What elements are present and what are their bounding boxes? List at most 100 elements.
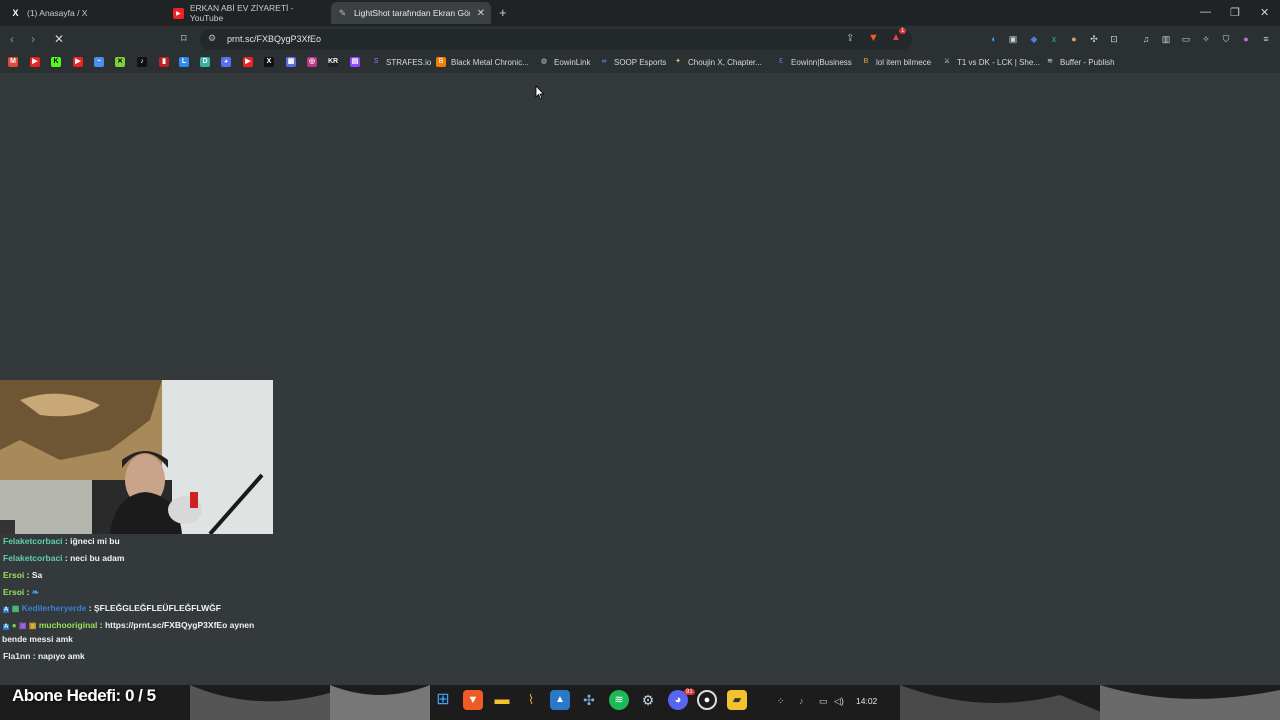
business-icon: ℇ [778, 58, 784, 65]
sync-icon[interactable]: ~ [94, 57, 104, 67]
address-bar[interactable]: ⚙ prnt.sc/FXBQygP3XfEo ⇪ ▼ ▲ 1 [200, 28, 912, 50]
media-icon[interactable]: ♫ [1140, 33, 1152, 45]
blogger-icon: B [436, 57, 446, 67]
chat-username: Ersoi [3, 587, 25, 597]
bookmark-icon[interactable]: KR [328, 57, 338, 67]
tab-label: ERKAN ABİ EV ZİYARETİ - YouTube [189, 3, 294, 23]
chat-username: Kedilerheryerde [21, 603, 87, 613]
back-icon[interactable]: ‹ [10, 32, 14, 46]
sticky-notes-icon[interactable]: ▰ [727, 690, 747, 710]
sidebar-icon[interactable]: ▥ [1160, 33, 1172, 45]
url-text[interactable]: prnt.sc/FXBQygP3XfEo [227, 34, 321, 44]
rewards-badge: 1 [899, 28, 907, 34]
close-window-icon[interactable]: ✕ [1260, 6, 1269, 19]
forward-icon[interactable]: › [31, 32, 35, 46]
vpn-icon[interactable]: ⛉ [1220, 33, 1232, 45]
bookmark-buffer[interactable]: ≋ Buffer - Publish [1045, 57, 1114, 67]
chat-text: : iğneci mi bu [64, 536, 120, 546]
badge-icon: ▣ [28, 621, 37, 630]
bookmark-t1-dk[interactable]: ⚔ T1 vs DK - LCK | She... [942, 57, 1040, 67]
steam-icon[interactable]: ⚙ [638, 690, 658, 710]
network-app-icon[interactable]: ✣ [579, 690, 599, 710]
file-explorer-icon[interactable]: ▬ [492, 690, 512, 710]
extension-icon[interactable]: ▣ [1007, 33, 1019, 45]
share-icon[interactable]: ⇪ [846, 33, 854, 44]
tiktok-icon[interactable]: ♪ [137, 57, 147, 67]
brave-shields-icon[interactable]: ▼ [868, 32, 879, 44]
strafes-icon: S [373, 58, 379, 65]
profile-icon[interactable]: ● [1240, 33, 1252, 45]
chat-text: : ŞFLEĞGLEĞFLEÜFLEĞFLWĞF [88, 603, 221, 613]
instagram-icon[interactable]: ◎ [307, 57, 317, 67]
network-icon[interactable]: ▭ [819, 696, 828, 707]
bookmark-lol-item[interactable]: B lol item bilmece [861, 57, 931, 67]
puzzle-icon[interactable]: ✣ [1088, 33, 1100, 45]
windows-start-icon[interactable]: ⊞ [433, 690, 453, 710]
menu-icon[interactable]: ≡ [1260, 33, 1272, 45]
bookmark-eowinlink[interactable]: ◍ EowinLink [539, 57, 591, 67]
brave-icon[interactable]: ▼ [463, 690, 483, 710]
twitch-icon[interactable]: ▤ [350, 57, 360, 67]
mouse-cursor-icon [535, 85, 545, 100]
bookmark-black-metal[interactable]: B Black Metal Chronic... [436, 57, 529, 67]
youtube-icon[interactable]: ▶ [243, 57, 253, 67]
subscriber-goal: Abone Hedefi: 0 / 5 [12, 686, 156, 705]
microphone-icon[interactable]: ♪ [799, 696, 804, 706]
chat-message: A ● ▣ ▣ muchooriginal : https://prnt.sc/… [3, 620, 254, 630]
discord-icon[interactable]: ◕ [221, 57, 231, 67]
manga-icon: ✦ [675, 58, 681, 65]
minimize-icon[interactable]: — [1200, 6, 1211, 18]
kick-icon[interactable]: K [51, 57, 61, 67]
page-content [0, 73, 1280, 685]
ghost-icon[interactable]: ● [1068, 33, 1080, 45]
tab-lightshot[interactable]: ✎ LightShot tarafından Ekran Görü ✕ [331, 2, 491, 24]
bookmark-icon[interactable]: ✕ [115, 57, 125, 67]
bookmark-choujin[interactable]: ✦ Choujin X, Chapter... [673, 57, 762, 67]
bookmark-icon[interactable]: D [200, 57, 210, 67]
bookmark-icon[interactable]: ▮ [159, 57, 169, 67]
bookmark-icon[interactable]: ▦ [286, 57, 296, 67]
new-tab-button[interactable]: + [499, 5, 507, 20]
tray-apps-icon[interactable]: ⁘ [777, 696, 785, 707]
youtube-icon[interactable]: ▶ [30, 57, 40, 67]
spotify-icon[interactable]: ≋ [609, 690, 629, 710]
leo-ai-icon[interactable]: ✧ [1200, 33, 1212, 45]
bookmark-soop[interactable]: ∞ SOOP Esports [599, 57, 667, 67]
brave-rewards-icon[interactable]: ▲ [891, 32, 901, 43]
restore-icon[interactable]: ❐ [1230, 6, 1240, 19]
bookmark-strafes[interactable]: S STRAFES.io [371, 57, 432, 67]
chat-text: bende messi amk [2, 634, 73, 644]
pin-icon[interactable]: ⌇ [521, 690, 541, 710]
chat-message: Ersoi : Sa [3, 570, 42, 580]
youtube-icon[interactable]: ▶ [73, 57, 83, 67]
obs-icon[interactable]: ● [697, 690, 717, 710]
wallet-icon[interactable]: ▭ [1180, 33, 1192, 45]
webcam-overlay [0, 380, 273, 534]
bitwarden-icon[interactable]: ◆ [1028, 33, 1040, 45]
stop-loading-icon[interactable]: ✕ [54, 32, 64, 46]
bookmark-icon[interactable]: ⌑ [181, 32, 187, 45]
chat-text: : Sa [26, 570, 43, 580]
discord-badge: 91 [684, 689, 695, 695]
soop-icon: ∞ [601, 58, 607, 65]
lightshot-icon: ✎ [338, 7, 347, 18]
badge-icon: ▣ [18, 621, 27, 630]
tab-x-home[interactable]: X (1) Anasayfa / X [4, 2, 170, 24]
tab-youtube[interactable]: ▶ ERKAN ABİ EV ZİYARETİ - YouTube [167, 2, 333, 24]
close-tab-icon[interactable]: ✕ [477, 8, 485, 19]
download-icon[interactable]: ⊡ [1108, 33, 1120, 45]
audio-icon[interactable]: ◖ [987, 33, 999, 45]
excel-icon[interactable]: x [1048, 33, 1060, 45]
gmail-icon[interactable]: M [8, 57, 18, 67]
taskbar-clock[interactable]: 14:02 [856, 696, 877, 706]
x-icon[interactable]: X [264, 57, 274, 67]
bookmark-eowinn-business[interactable]: ℇ Eowinn|Business [776, 57, 852, 67]
bookmark-icon[interactable]: L [179, 57, 189, 67]
chat-text: : [26, 587, 30, 597]
volume-icon[interactable]: ◁) [834, 696, 844, 707]
buffer-icon: ≋ [1047, 58, 1053, 65]
webcam-image [0, 380, 273, 534]
site-info-icon[interactable]: ⚙ [208, 33, 216, 44]
tab-label: LightShot tarafından Ekran Görü [354, 8, 470, 18]
photos-icon[interactable]: ▲ [550, 690, 570, 710]
